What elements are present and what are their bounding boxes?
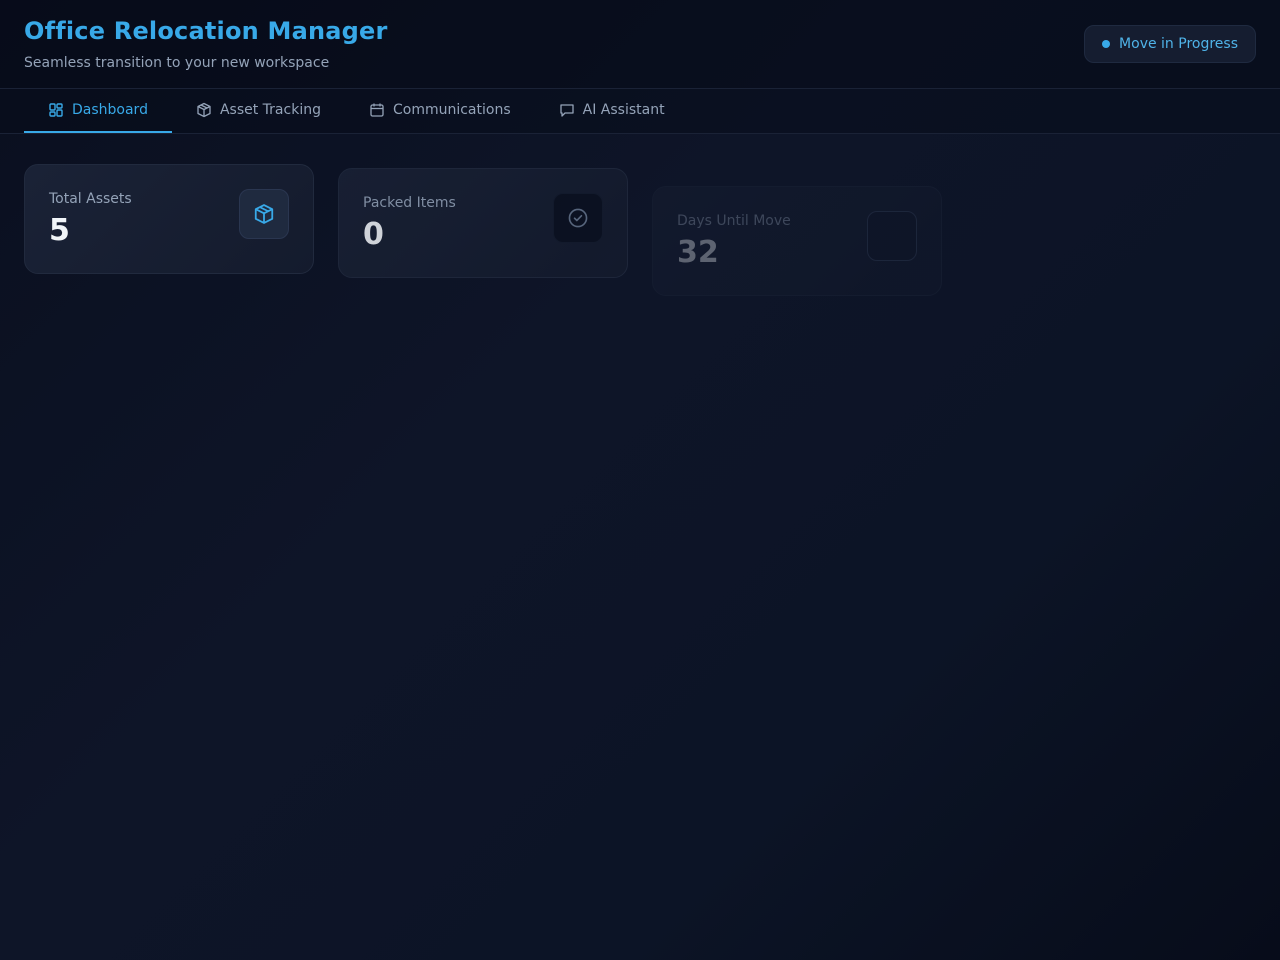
calendar-icon: [867, 211, 917, 261]
check-circle-icon: [553, 193, 603, 243]
status-badge: Move in Progress: [1084, 25, 1256, 63]
stat-value: 0: [363, 217, 384, 252]
status-dot-icon: [1102, 40, 1111, 48]
status-badge-label: Move in Progress: [1119, 36, 1238, 52]
stat-card-days-until-move: Days Until Move 32: [652, 186, 942, 296]
stat-label: Packed Items: [363, 195, 456, 211]
app-subtitle: Seamless transition to your new workspac…: [24, 55, 330, 71]
tab-asset-tracking[interactable]: Asset Tracking: [172, 89, 345, 133]
app-title: Office Relocation Manager: [24, 17, 388, 45]
stat-value: 32: [677, 235, 719, 270]
package-icon: [239, 189, 289, 239]
tab-label: Communications: [392, 102, 511, 118]
dashboard-icon: [48, 102, 64, 118]
brand: Office Relocation Manager Seamless trans…: [24, 0, 388, 72]
stat-value: 5: [49, 213, 70, 248]
tab-label: Asset Tracking: [219, 102, 321, 118]
calendar-icon: [369, 102, 385, 118]
tab-ai-assistant[interactable]: AI Assistant: [535, 89, 689, 133]
package-icon: [196, 102, 212, 118]
tab-label: AI Assistant: [582, 102, 665, 118]
tab-dashboard[interactable]: Dashboard: [24, 89, 172, 133]
stat-card-packed-items: Packed Items 0: [338, 168, 628, 278]
stat-label: Total Assets: [49, 191, 132, 207]
app-header: Office Relocation Manager Seamless trans…: [0, 0, 1280, 89]
app-root: Office Relocation Manager Seamless trans…: [0, 0, 1280, 960]
tab-bar: Dashboard Asset Tracking Communications …: [0, 89, 1280, 134]
stat-label: Days Until Move: [677, 213, 791, 229]
tab-label: Dashboard: [72, 102, 148, 118]
chat-icon: [559, 102, 575, 118]
stat-card-total-assets: Total Assets 5: [24, 164, 314, 274]
tab-communications[interactable]: Communications: [345, 89, 535, 133]
